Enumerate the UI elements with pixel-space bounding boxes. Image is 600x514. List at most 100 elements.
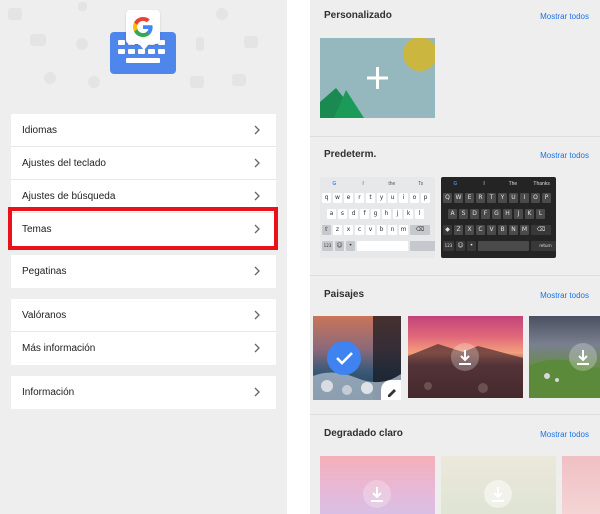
landscape-image-icon [320,38,435,118]
key: R [476,193,485,203]
selected-check-icon [327,341,361,375]
key: G [492,209,501,219]
menu-item-valoranos[interactable]: Valóranos [11,299,276,332]
background-pattern-icon [44,72,56,84]
menu-item-temas[interactable]: Temas [11,213,276,246]
menu-group-main: Idiomas Ajustes del teclado Ajustes de b… [11,114,276,246]
theme-gradient-beige[interactable] [441,456,556,514]
key: e [344,193,353,203]
menu-item-label: Temas [22,224,52,235]
key: w [333,193,342,203]
suggestion-strip: G I The Thanks [441,177,556,190]
theme-default-light[interactable]: G I the Ts q w e r t y u i o p a s d f g… [320,177,435,258]
key: S [459,209,468,219]
menu-item-label: Pegatinas [22,266,67,277]
show-all-link-paisajes[interactable]: Mostrar todos [540,291,589,300]
keyboard-row: a s d f g h j k l [327,209,424,219]
menu-item-mas-informacion[interactable]: Más información [11,332,276,365]
keyboard-row: q w e r t y u i o p [322,193,430,203]
key: P [542,193,551,203]
key: U [509,193,518,203]
menu-item-ajustes-busqueda[interactable]: Ajustes de búsqueda [11,180,276,213]
key: d [349,209,358,219]
key: Q [443,193,452,203]
menu-item-label: Valóranos [22,309,67,321]
menu-item-pegatinas[interactable]: Pegatinas [11,255,276,288]
key: H [503,209,512,219]
chevron-right-icon [254,224,260,234]
space-key [478,241,529,251]
show-all-link-personalizado[interactable]: Mostrar todos [540,12,589,21]
custom-theme-add-tile[interactable] [320,38,435,118]
section-title-paisajes: Paisajes [324,289,365,300]
key: J [514,209,523,219]
keyboard-row: ◆ Z X C V B N M ⌫ [443,225,551,235]
mic-key: • [467,241,476,251]
suggestion-word: the [388,180,396,187]
suggestion-word: The [508,180,518,187]
shift-key: ⇧ [322,225,331,235]
key: p [421,193,430,203]
key: B [498,225,507,235]
download-icon [451,343,479,371]
key: y [377,193,386,203]
themes-panel: Personalizado Mostrar todos Predeterm. M… [310,0,600,514]
show-all-link-degradado-claro[interactable]: Mostrar todos [540,430,589,439]
key: D [470,209,479,219]
show-all-link-predeterm[interactable]: Mostrar todos [540,151,589,160]
key: b [377,225,386,235]
key: u [388,193,397,203]
background-pattern-icon [190,76,204,88]
key: h [382,209,391,219]
backspace-key: ⌫ [410,225,430,235]
gboard-logo [110,10,176,74]
theme-default-dark[interactable]: G I The Thanks Q W E R T Y U I O P A S D [441,177,556,258]
key: m [399,225,408,235]
key: O [531,193,540,203]
key: v [366,225,375,235]
key: x [344,225,353,235]
background-pattern-icon [244,36,258,48]
theme-landscape-sunset-lake[interactable] [313,316,401,400]
key: r [355,193,364,203]
chevron-right-icon [254,310,260,320]
key: t [366,193,375,203]
screen: Idiomas Ajustes del teclado Ajustes de b… [0,0,600,514]
keyboard-row: ⇧ z x c v b n m ⌫ [322,225,430,235]
background-pattern-icon [196,37,204,51]
theme-gradient-pink[interactable] [320,456,435,514]
key: X [465,225,474,235]
background-pattern-icon [30,34,46,46]
edit-pencil-icon[interactable] [381,380,401,400]
key: Y [498,193,507,203]
key: c [355,225,364,235]
key: K [525,209,534,219]
key: n [388,225,397,235]
menu-item-idiomas[interactable]: Idiomas [11,114,276,147]
backspace-key: ⌫ [531,225,551,235]
menu-item-informacion[interactable]: Información [11,376,276,409]
theme-landscape-beach[interactable] [408,316,523,398]
chevron-right-icon [254,191,260,201]
theme-landscape-hills[interactable] [529,316,600,398]
emoji-key: ☺ [335,241,344,251]
chevron-right-icon [254,125,260,135]
keyboard-row: 123 ☺ • return [443,241,556,251]
key: L [536,209,545,219]
menu-item-ajustes-teclado[interactable]: Ajustes del teclado [11,147,276,180]
numbers-key: 123 [322,241,333,251]
menu-group-about: Información [11,376,276,409]
key: l [415,209,424,219]
background-pattern-icon [216,8,228,20]
key: V [487,225,496,235]
theme-gradient-rose[interactable] [562,456,600,514]
numbers-key: 123 [443,241,454,251]
download-icon [484,480,512,508]
key: T [487,193,496,203]
chevron-right-icon [254,158,260,168]
google-g-icon: G [453,180,458,187]
suggestion-word: Ts [418,180,424,187]
suggestion-word: Thanks [533,180,550,187]
download-icon [363,480,391,508]
suggestion-word: I [483,180,485,187]
